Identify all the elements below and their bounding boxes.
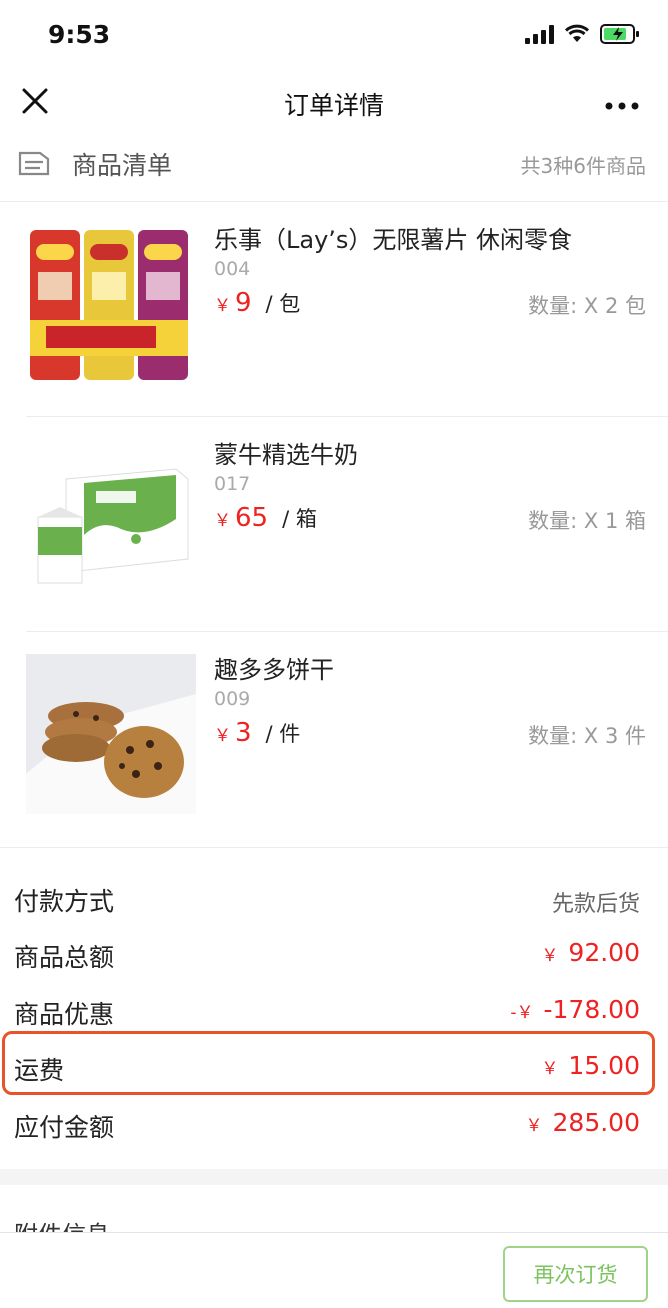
price-unit: / 包 [265, 292, 301, 316]
product-quantity: 数量: X 1 箱 [528, 509, 646, 533]
currency-symbol: ￥ [525, 1116, 543, 1136]
signal-icon [525, 24, 554, 44]
chips-image [26, 224, 196, 384]
discount-row: 商品优惠 -￥ -178.00 [0, 981, 668, 1037]
status-time: 9:53 [48, 20, 111, 49]
shipping-row: 运费 ￥ 15.00 [0, 1037, 668, 1093]
product-code: 004 [214, 258, 251, 280]
product-name: 蒙牛精选牛奶 [214, 441, 358, 469]
order-summary: 付款方式 先款后货 商品总额 ￥ 92.00 商品优惠 -￥ -178.00 运… [0, 847, 668, 1169]
milk-image [26, 439, 196, 599]
total-value: ￥ 285.00 [526, 1108, 640, 1137]
product-price: ￥ 9 / 包 [214, 288, 300, 318]
currency-symbol: ￥ [541, 946, 559, 966]
product-item[interactable]: 乐事（Lay’s）无限薯片 休闲零食 004 ￥ 9 / 包 数量: X 2 包 [0, 202, 668, 417]
price-unit: / 件 [265, 722, 301, 746]
currency-symbol: -￥ [510, 1003, 534, 1023]
total-label: 应付金额 [14, 1113, 115, 1142]
status-icons [525, 24, 640, 44]
attachments-section: 附件信息 [0, 1185, 668, 1235]
price-value: 9 [235, 288, 252, 318]
product-quantity: 数量: X 3 件 [528, 724, 646, 748]
currency-symbol: ￥ [541, 1059, 559, 1079]
payment-method-row: 付款方式 先款后货 [0, 868, 668, 924]
product-item[interactable]: 蒙牛精选牛奶 017 ￥ 65 / 箱 数量: X 1 箱 [0, 417, 668, 632]
currency-symbol: ￥ [214, 296, 231, 316]
amount: 285.00 [552, 1108, 640, 1137]
battery-charging-icon [600, 24, 640, 44]
wifi-icon [564, 24, 590, 44]
price-value: 65 [235, 503, 269, 533]
list-icon [16, 144, 52, 184]
total-row: 应付金额 ￥ 285.00 [0, 1094, 668, 1150]
more-icon[interactable] [604, 96, 640, 110]
discount-label: 商品优惠 [14, 1000, 115, 1029]
shipping-value: ￥ 15.00 [541, 1051, 640, 1080]
product-code: 009 [214, 688, 251, 710]
amount: -178.00 [543, 995, 641, 1024]
product-quantity: 数量: X 2 包 [528, 294, 646, 318]
bottom-action-bar: 再次订货 [0, 1232, 668, 1308]
discount-value: -￥ -178.00 [510, 995, 640, 1024]
currency-symbol: ￥ [214, 511, 231, 531]
product-code: 017 [214, 473, 251, 495]
price-value: 3 [235, 718, 252, 748]
shipping-label: 运费 [14, 1056, 65, 1085]
reorder-button[interactable]: 再次订货 [503, 1246, 648, 1302]
product-name: 趣多多饼干 [214, 656, 334, 684]
page-title: 订单详情 [283, 91, 384, 120]
subtotal-label: 商品总额 [14, 943, 115, 972]
price-unit: / 箱 [282, 507, 317, 531]
product-price: ￥ 3 / 件 [214, 718, 300, 748]
subtotal-row: 商品总额 ￥ 92.00 [0, 924, 668, 980]
payment-method-value: 先款后货 [551, 892, 640, 917]
amount: 15.00 [568, 1051, 640, 1080]
status-bar: 9:53 [0, 0, 668, 72]
product-list: 乐事（Lay’s）无限薯片 休闲零食 004 ￥ 9 / 包 数量: X 2 包… [0, 202, 668, 847]
currency-symbol: ￥ [214, 726, 231, 746]
items-section-title: 商品清单 [72, 151, 173, 180]
items-count: 共3种6件商品 [520, 154, 646, 178]
cookie-image [26, 654, 196, 814]
items-section-header: 商品清单 共3种6件商品 [0, 134, 668, 202]
product-price: ￥ 65 / 箱 [214, 503, 317, 533]
amount: 92.00 [568, 938, 640, 967]
product-item[interactable]: 趣多多饼干 009 ￥ 3 / 件 数量: X 3 件 [0, 632, 668, 847]
payment-method-label: 付款方式 [14, 887, 115, 916]
subtotal-value: ￥ 92.00 [541, 938, 640, 967]
nav-bar: 订单详情 [0, 72, 668, 134]
product-name: 乐事（Lay’s）无限薯片 休闲零食 [214, 226, 573, 254]
